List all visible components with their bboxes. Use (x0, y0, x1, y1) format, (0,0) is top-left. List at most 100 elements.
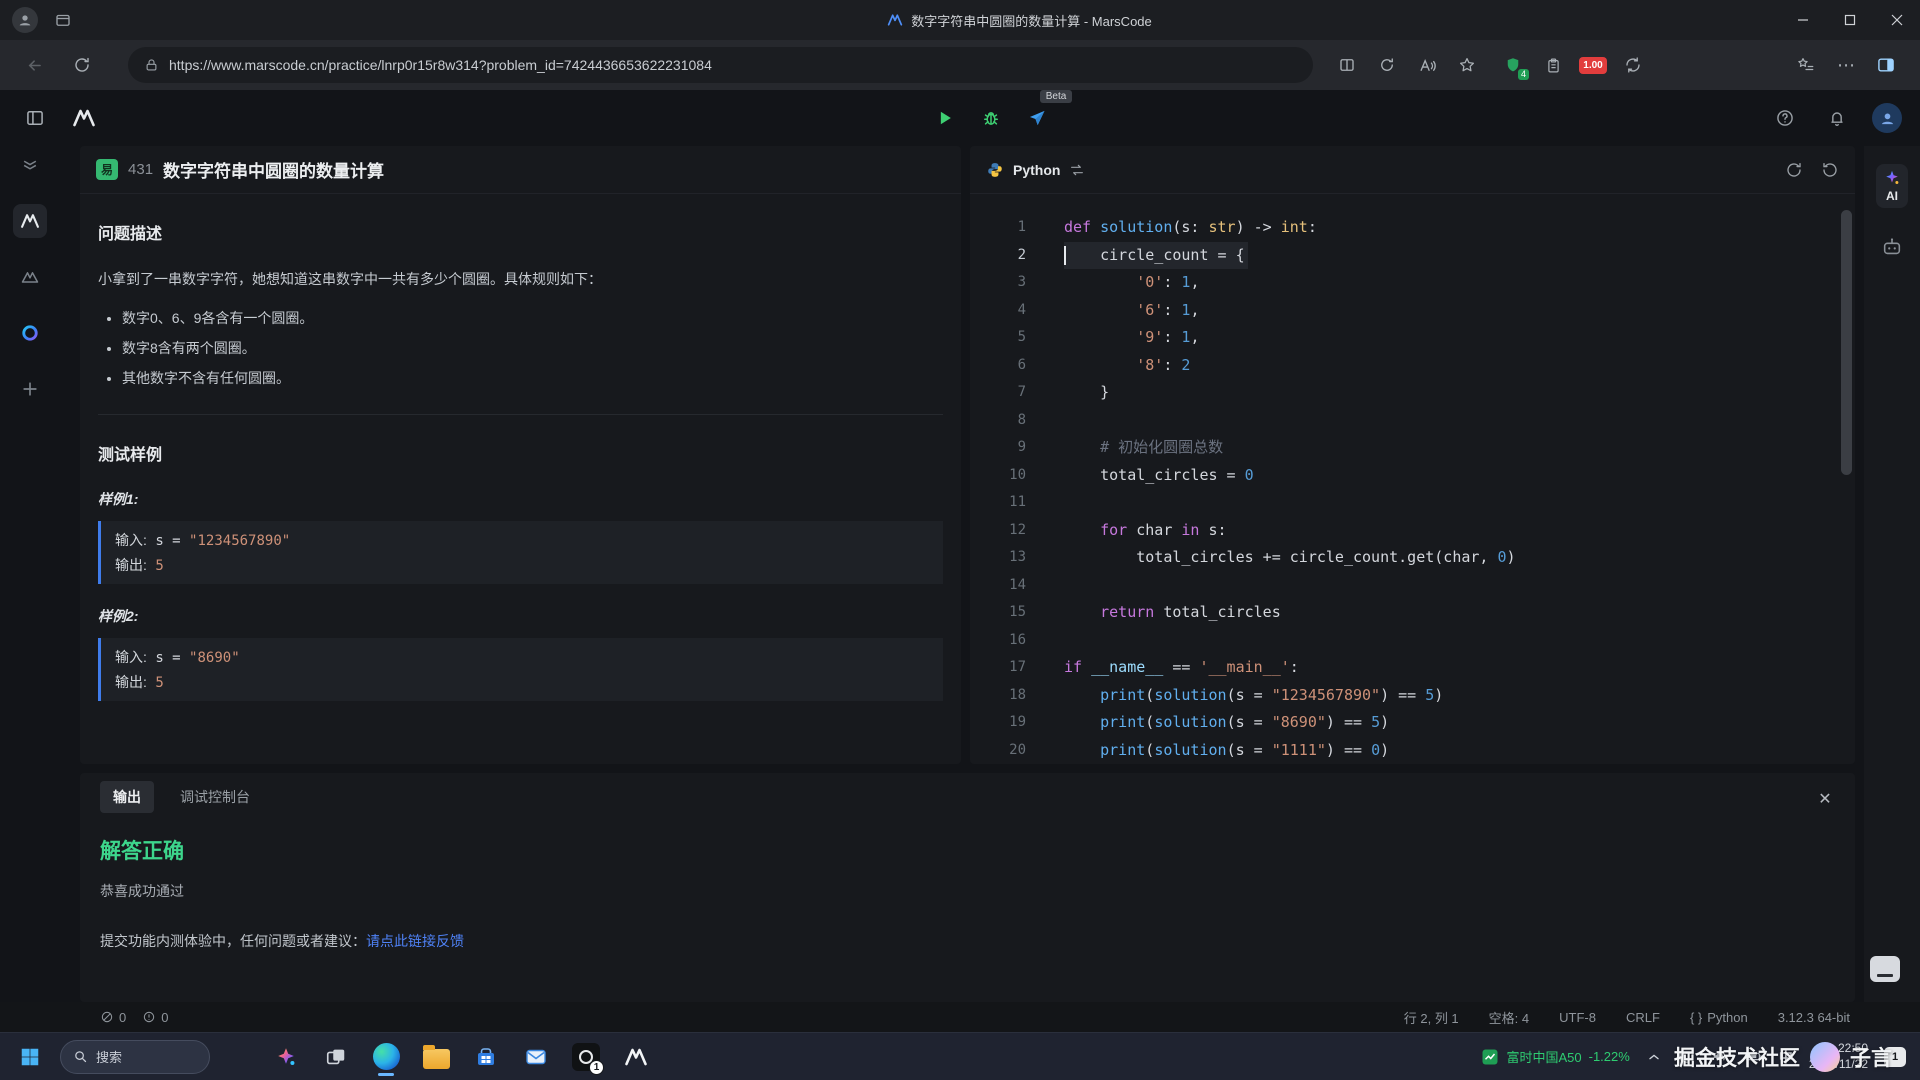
marscode-logo[interactable] (72, 106, 96, 130)
runtime-version[interactable]: 3.12.3 64-bit (1778, 1010, 1850, 1025)
code-line-2[interactable]: 2 circle_count = { (970, 242, 1855, 270)
add-icon[interactable] (13, 372, 47, 406)
line-number[interactable]: 6 (970, 352, 1026, 380)
read-aloud-icon[interactable] (1409, 47, 1445, 83)
code-line-9[interactable]: 9 # 初始化圆圈总数 (970, 434, 1855, 462)
sync-extension-icon[interactable] (1615, 47, 1651, 83)
line-number[interactable]: 13 (970, 544, 1026, 572)
file-explorer-button[interactable] (416, 1037, 456, 1077)
code-line-13[interactable]: 13 total_circles += circle_count.get(cha… (970, 544, 1855, 572)
taskbar-search[interactable]: 搜索 (60, 1040, 210, 1074)
code-line-7[interactable]: 7 } (970, 379, 1855, 407)
submit-button[interactable]: Beta (1020, 101, 1054, 135)
price-extension-icon[interactable]: 1.00 (1575, 47, 1611, 83)
copilot-button[interactable] (266, 1037, 306, 1077)
url-text[interactable]: https://www.marscode.cn/practice/lnrp0r1… (169, 57, 712, 73)
line-number[interactable]: 17 (970, 654, 1026, 682)
microsoft-store-button[interactable] (466, 1037, 506, 1077)
close-button[interactable] (1873, 0, 1920, 40)
line-number[interactable]: 4 (970, 297, 1026, 325)
encoding[interactable]: UTF-8 (1559, 1010, 1596, 1025)
ime-indicator[interactable]: 中 (1779, 1047, 1793, 1067)
user-avatar[interactable] (1872, 103, 1902, 133)
code-line-19[interactable]: 19 print(solution(s = "8690") == 5) (970, 709, 1855, 737)
back-button[interactable] (16, 47, 52, 83)
code-line-15[interactable]: 15 return total_circles (970, 599, 1855, 627)
stock-widget[interactable]: 富时中国A50 -1.22% (1481, 1047, 1629, 1066)
capture-app-button[interactable]: 1 (566, 1037, 606, 1077)
code-line-18[interactable]: 18 print(solution(s = "1234567890") == 5… (970, 682, 1855, 710)
indent-setting[interactable]: 空格: 4 (1489, 1008, 1529, 1027)
line-number[interactable]: 7 (970, 379, 1026, 407)
volume-tray-icon[interactable] (1711, 1048, 1728, 1065)
collections-icon[interactable] (13, 148, 47, 182)
start-button[interactable] (10, 1037, 50, 1077)
web-capture-icon[interactable] (1369, 47, 1405, 83)
code-line-12[interactable]: 12 for char in s: (970, 517, 1855, 545)
code-line-6[interactable]: 6 '8': 2 (970, 352, 1855, 380)
editor-scrollbar[interactable] (1841, 210, 1852, 475)
line-number[interactable]: 20 (970, 737, 1026, 765)
maximize-button[interactable] (1826, 0, 1873, 40)
browser-settings-ellipsis-icon[interactable]: ⋯ (1828, 47, 1864, 83)
favorites-list-icon[interactable] (1788, 47, 1824, 83)
language-mode[interactable]: { } Python (1690, 1010, 1748, 1025)
site-info-lock-icon[interactable] (144, 58, 159, 73)
code-line-14[interactable]: 14 (970, 572, 1855, 600)
edge-browser-button[interactable] (366, 1037, 406, 1077)
minimize-button[interactable] (1779, 0, 1826, 40)
cursor-position[interactable]: 行 2, 列 1 (1404, 1008, 1459, 1027)
code-line-5[interactable]: 5 '9': 1, (970, 324, 1855, 352)
line-number[interactable]: 3 (970, 269, 1026, 297)
browser-profile-avatar[interactable] (12, 7, 38, 33)
practice-marscode-icon[interactable] (13, 204, 47, 238)
code-line-16[interactable]: 16 (970, 627, 1855, 655)
layout-toggle-icon[interactable] (18, 101, 52, 135)
favorite-star-icon[interactable] (1449, 47, 1485, 83)
feedback-link[interactable]: 请点此链接反馈 (366, 933, 464, 949)
close-panel-icon[interactable]: ✕ (1813, 787, 1837, 811)
line-number[interactable]: 9 (970, 434, 1026, 462)
code-line-4[interactable]: 4 '6': 1, (970, 297, 1855, 325)
code-line-20[interactable]: 20 print(solution(s = "1111") == 0) (970, 737, 1855, 765)
code-line-8[interactable]: 8 (970, 407, 1855, 435)
code-editor[interactable]: 1def solution(s: str) -> int:2 circle_co… (970, 194, 1855, 764)
line-number[interactable]: 5 (970, 324, 1026, 352)
refresh-button[interactable] (64, 47, 100, 83)
display-tray-icon[interactable] (1678, 1048, 1695, 1065)
line-number[interactable]: 15 (970, 599, 1026, 627)
task-view-button[interactable] (316, 1037, 356, 1077)
line-number[interactable]: 1 (970, 214, 1026, 242)
show-panel-button[interactable] (1870, 956, 1900, 982)
sidebar-toggle-icon[interactable] (1868, 47, 1904, 83)
notification-center-button[interactable]: 1 (1884, 1047, 1906, 1067)
hidden-icons-chevron[interactable] (1646, 1049, 1662, 1065)
battery-tray-icon[interactable] (1744, 1047, 1763, 1066)
marscode-app-button[interactable] (616, 1037, 656, 1077)
line-number[interactable]: 14 (970, 572, 1026, 600)
eol-setting[interactable]: CRLF (1626, 1010, 1660, 1025)
projects-icon[interactable] (13, 260, 47, 294)
refresh-code-icon[interactable] (1785, 161, 1803, 179)
line-number[interactable]: 19 (970, 709, 1026, 737)
code-line-1[interactable]: 1def solution(s: str) -> int: (970, 214, 1855, 242)
help-icon[interactable] (1768, 101, 1802, 135)
workspaces-icon[interactable] (54, 11, 72, 29)
split-screen-icon[interactable] (1329, 47, 1365, 83)
tab-debug-console[interactable]: 调试控制台 (180, 787, 250, 807)
tab-output[interactable]: 输出 (100, 781, 154, 813)
ai-agent-icon[interactable] (1881, 236, 1903, 258)
line-number[interactable]: 2 (970, 242, 1026, 270)
ai-assistant-button[interactable]: AI (1876, 164, 1908, 208)
community-ring-icon[interactable] (13, 316, 47, 350)
line-number[interactable]: 12 (970, 517, 1026, 545)
debug-button[interactable] (974, 101, 1008, 135)
code-line-17[interactable]: 17if __name__ == '__main__': (970, 654, 1855, 682)
switch-language-icon[interactable] (1069, 162, 1085, 178)
mail-button[interactable] (516, 1037, 556, 1077)
code-line-11[interactable]: 11 (970, 489, 1855, 517)
taskbar-clock[interactable]: 22:50 2024/11/22 (1809, 1041, 1868, 1072)
code-line-3[interactable]: 3 '0': 1, (970, 269, 1855, 297)
problems-summary[interactable]: 0 0 (100, 1010, 168, 1025)
line-number[interactable]: 16 (970, 627, 1026, 655)
